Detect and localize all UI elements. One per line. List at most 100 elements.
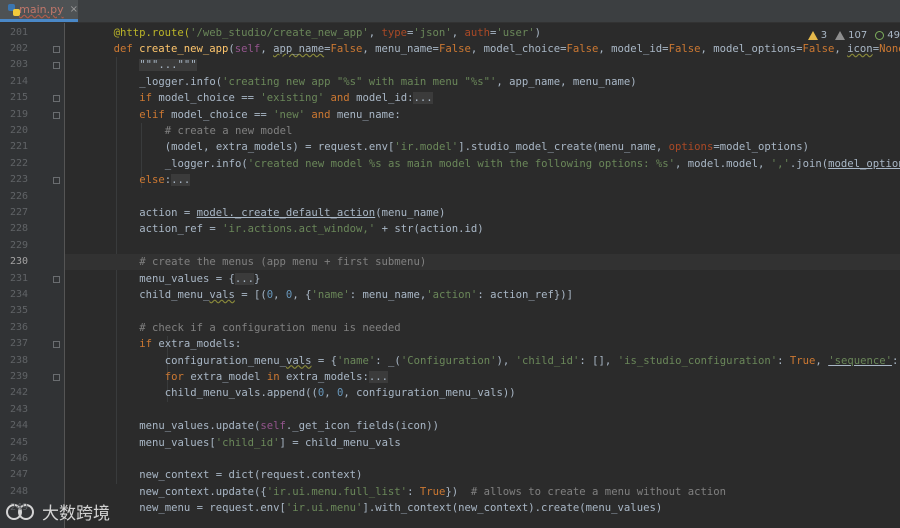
code-line[interactable]: _logger.info('created new model %s as ma… xyxy=(165,156,900,172)
python-file-icon xyxy=(8,3,21,16)
code-token: , xyxy=(834,42,848,55)
line-number: 237 xyxy=(9,338,28,350)
close-icon[interactable]: × xyxy=(70,4,78,15)
line-number: 222 xyxy=(9,157,28,169)
code-line[interactable]: """...""" xyxy=(139,57,197,73)
code-token: (menu_name) xyxy=(375,206,446,219)
code-token: 'child_id' xyxy=(215,436,280,449)
fold-marker-icon[interactable] xyxy=(53,62,60,70)
line-number: 242 xyxy=(9,387,28,399)
line-number: 223 xyxy=(9,174,28,186)
fold-marker-icon[interactable] xyxy=(53,177,60,185)
code-line[interactable]: elif model_choice == 'new' and menu_name… xyxy=(139,107,401,123)
code-token: 'Configuration' xyxy=(400,354,497,367)
code-token: : menu_name, xyxy=(349,288,427,301)
line-number: 221 xyxy=(9,141,28,153)
code-token: vals xyxy=(285,354,312,367)
typo-count: 49 xyxy=(887,29,900,41)
tab-label: main.py xyxy=(19,3,64,16)
code-token: 'ir.ui.menu.full_list' xyxy=(266,485,408,498)
code-line[interactable]: menu_values['child_id'] = child_menu_val… xyxy=(139,435,401,451)
code-token: , xyxy=(273,288,286,301)
weak-warning-count: 107 xyxy=(848,29,868,41)
code-token: ._get_icon_fields(icon)) xyxy=(285,420,439,433)
code-token: def xyxy=(113,42,140,55)
tab-main-py[interactable]: main.py × xyxy=(0,0,78,22)
code-token: else xyxy=(139,174,165,187)
inspection-widget[interactable]: 3 107 49 xyxy=(803,28,900,42)
line-number: 243 xyxy=(9,403,28,415)
line-number: 231 xyxy=(9,272,28,284)
code-token: + str(action.id) xyxy=(375,223,484,236)
fold-marker-icon[interactable] xyxy=(53,45,60,53)
code-line[interactable]: if extra_models: xyxy=(139,336,241,352)
code-token: , app_name, menu_name) xyxy=(496,75,637,88)
code-token: # create the menus (app menu + first sub… xyxy=(139,256,427,269)
code-token: =model_options) xyxy=(713,141,809,154)
code-token: 'existing' xyxy=(260,92,325,105)
code-line[interactable]: @http.route('/web_studio/create_new_app'… xyxy=(114,25,541,41)
fold-marker-icon[interactable] xyxy=(53,275,60,283)
code-line[interactable]: new_context.update({'ir.ui.menu.full_lis… xyxy=(139,484,726,500)
code-line[interactable]: for extra_model in extra_models:... xyxy=(164,369,389,385)
code-token: 'user' xyxy=(496,26,535,39)
code-token: : xyxy=(407,485,420,498)
line-number: 227 xyxy=(9,206,28,218)
code-token: create_new_app xyxy=(139,42,229,55)
watermark-text: 大数跨境 xyxy=(42,503,110,524)
fold-marker-icon[interactable] xyxy=(53,95,60,103)
fold-marker-icon[interactable] xyxy=(53,111,60,119)
code-line[interactable]: action_ref = 'ir.actions.act_window,' + … xyxy=(139,221,483,237)
code-token: model_id: xyxy=(356,92,414,105)
code-token: child_menu_vals.append(( xyxy=(164,387,318,400)
line-number: 229 xyxy=(9,239,28,251)
line-number: 249 xyxy=(9,502,28,514)
fold-marker-icon[interactable] xyxy=(53,373,60,381)
code-line[interactable]: child_menu_vals.append((0, 0, configurat… xyxy=(165,385,516,401)
code-line[interactable]: # check if a configuration menu is neede… xyxy=(139,320,401,336)
code-line[interactable]: menu_values = {...} xyxy=(139,271,260,287)
fold-marker-icon[interactable] xyxy=(53,341,60,349)
code-token: 'ir.model' xyxy=(394,141,459,154)
code-token: model._create_default_action xyxy=(196,206,376,219)
code-token: False xyxy=(802,42,835,55)
code-token: False xyxy=(330,42,363,55)
code-token: new_context.update({ xyxy=(139,485,267,498)
code-token: action_ref = xyxy=(139,223,223,236)
code-token: @http.route( xyxy=(113,26,191,39)
code-token: : _( xyxy=(375,354,401,367)
code-line[interactable]: if model_choice == 'existing' and model_… xyxy=(139,90,433,106)
code-token: for xyxy=(164,370,191,383)
line-number: 247 xyxy=(9,469,28,481)
code-line[interactable]: new_context = dict(request.context) xyxy=(139,467,362,483)
code-token: action = xyxy=(139,206,197,219)
line-number: 235 xyxy=(9,305,28,317)
code-line[interactable]: # create a new model xyxy=(165,123,293,139)
code-token: , xyxy=(451,26,465,39)
code-line[interactable]: (model, extra_models) = request.env['ir.… xyxy=(165,139,809,155)
code-token: and xyxy=(305,108,337,121)
code-editor[interactable]: @http.route('/web_studio/create_new_app'… xyxy=(65,23,900,528)
code-token: menu_values.update( xyxy=(139,420,261,433)
line-number: 248 xyxy=(9,485,28,497)
code-line[interactable]: configuration_menu_vals = {'name': _('Co… xyxy=(165,353,900,369)
code-token: extra_models: xyxy=(286,370,369,383)
code-token: , model_id= xyxy=(598,42,669,55)
code-token: = [( xyxy=(234,288,267,301)
indent-guide xyxy=(115,57,117,484)
code-token: .join( xyxy=(789,157,829,170)
line-number: 201 xyxy=(9,26,28,38)
code-line[interactable]: _logger.info('creating new app "%s" with… xyxy=(139,74,637,90)
code-line[interactable]: menu_values.update(self._get_icon_fields… xyxy=(139,418,439,434)
line-number: 230 xyxy=(9,256,28,268)
code-token: ... xyxy=(413,92,433,105)
code-line[interactable]: child_menu_vals = [(0, 0, {'name': menu_… xyxy=(139,287,573,303)
code-token: elif xyxy=(139,108,172,121)
code-token: """...""" xyxy=(139,59,197,72)
code-line[interactable]: # create the menus (app menu + first sub… xyxy=(139,254,426,270)
code-line[interactable]: else:... xyxy=(139,172,191,188)
code-line[interactable]: action = model._create_default_action(me… xyxy=(139,205,445,221)
code-token: extra_model xyxy=(190,370,267,383)
code-line[interactable]: def create_new_app(self, app_name=False,… xyxy=(114,41,900,57)
code-line[interactable]: new_menu = request.env['ir.ui.menu'].wit… xyxy=(139,500,662,516)
